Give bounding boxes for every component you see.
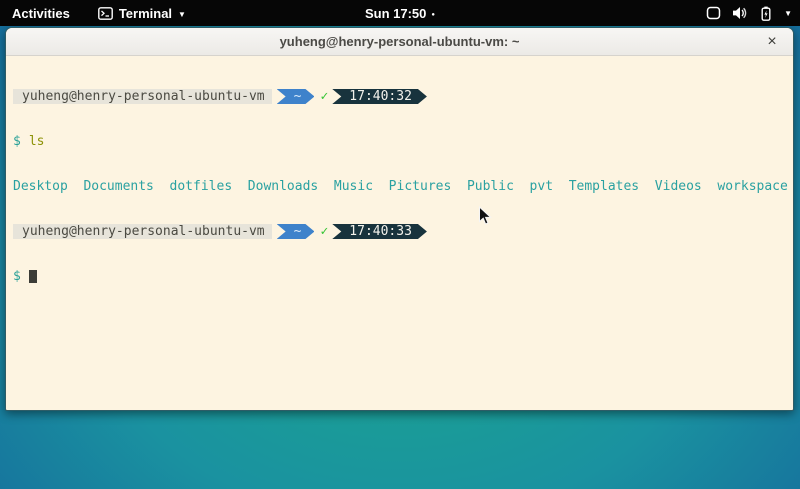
prompt-user-host: yuheng@henry-personal-ubuntu-vm <box>13 89 272 104</box>
status-check-icon: ✓ <box>320 224 328 239</box>
ls-output-line: Desktop Documents dotfiles Downloads Mus… <box>13 179 793 194</box>
command-text: ls <box>29 134 45 149</box>
prompt-line-2: yuheng@henry-personal-ubuntu-vm ~ ✓ 17:4… <box>13 224 793 239</box>
ls-output: Desktop Documents dotfiles Downloads Mus… <box>13 179 788 194</box>
prompt-user-host: yuheng@henry-personal-ubuntu-vm <box>13 224 272 239</box>
screen-icon <box>706 6 721 20</box>
clock-label: Sun 17:50 <box>365 6 426 21</box>
close-button[interactable]: × <box>761 28 783 55</box>
prompt-symbol: $ <box>13 134 21 149</box>
prompt-cwd-segment: ~ <box>277 89 315 104</box>
terminal-content[interactable]: yuheng@henry-personal-ubuntu-vm ~ ✓ 17:4… <box>6 56 793 314</box>
prompt-symbol: $ <box>13 269 21 284</box>
terminal-window: yuheng@henry-personal-ubuntu-vm: ~ × yuh… <box>5 27 794 411</box>
prompt-time-segment: 17:40:32 <box>332 89 427 104</box>
prompt-line-1: yuheng@henry-personal-ubuntu-vm ~ ✓ 17:4… <box>13 89 793 104</box>
volume-icon <box>732 6 748 20</box>
clock-menu[interactable]: Sun 17:50 ● <box>0 6 800 21</box>
current-input-line[interactable]: $ <box>13 269 793 284</box>
notification-dot-icon: ● <box>431 12 435 18</box>
status-check-icon: ✓ <box>320 89 328 104</box>
mouse-cursor-icon <box>478 206 494 231</box>
chevron-down-icon: ▼ <box>784 9 792 18</box>
window-titlebar[interactable]: yuheng@henry-personal-ubuntu-vm: ~ × <box>6 28 793 56</box>
command-line: $ ls <box>13 134 793 149</box>
prompt-time-segment: 17:40:33 <box>332 224 427 239</box>
battery-charging-icon <box>759 6 773 21</box>
window-title: yuheng@henry-personal-ubuntu-vm: ~ <box>280 34 520 49</box>
system-status-menu[interactable]: ▼ <box>706 0 792 26</box>
top-bar: Activities Terminal ▼ Sun 17:50● <box>0 0 800 26</box>
text-cursor-block <box>29 270 37 283</box>
prompt-cwd-segment: ~ <box>277 224 315 239</box>
